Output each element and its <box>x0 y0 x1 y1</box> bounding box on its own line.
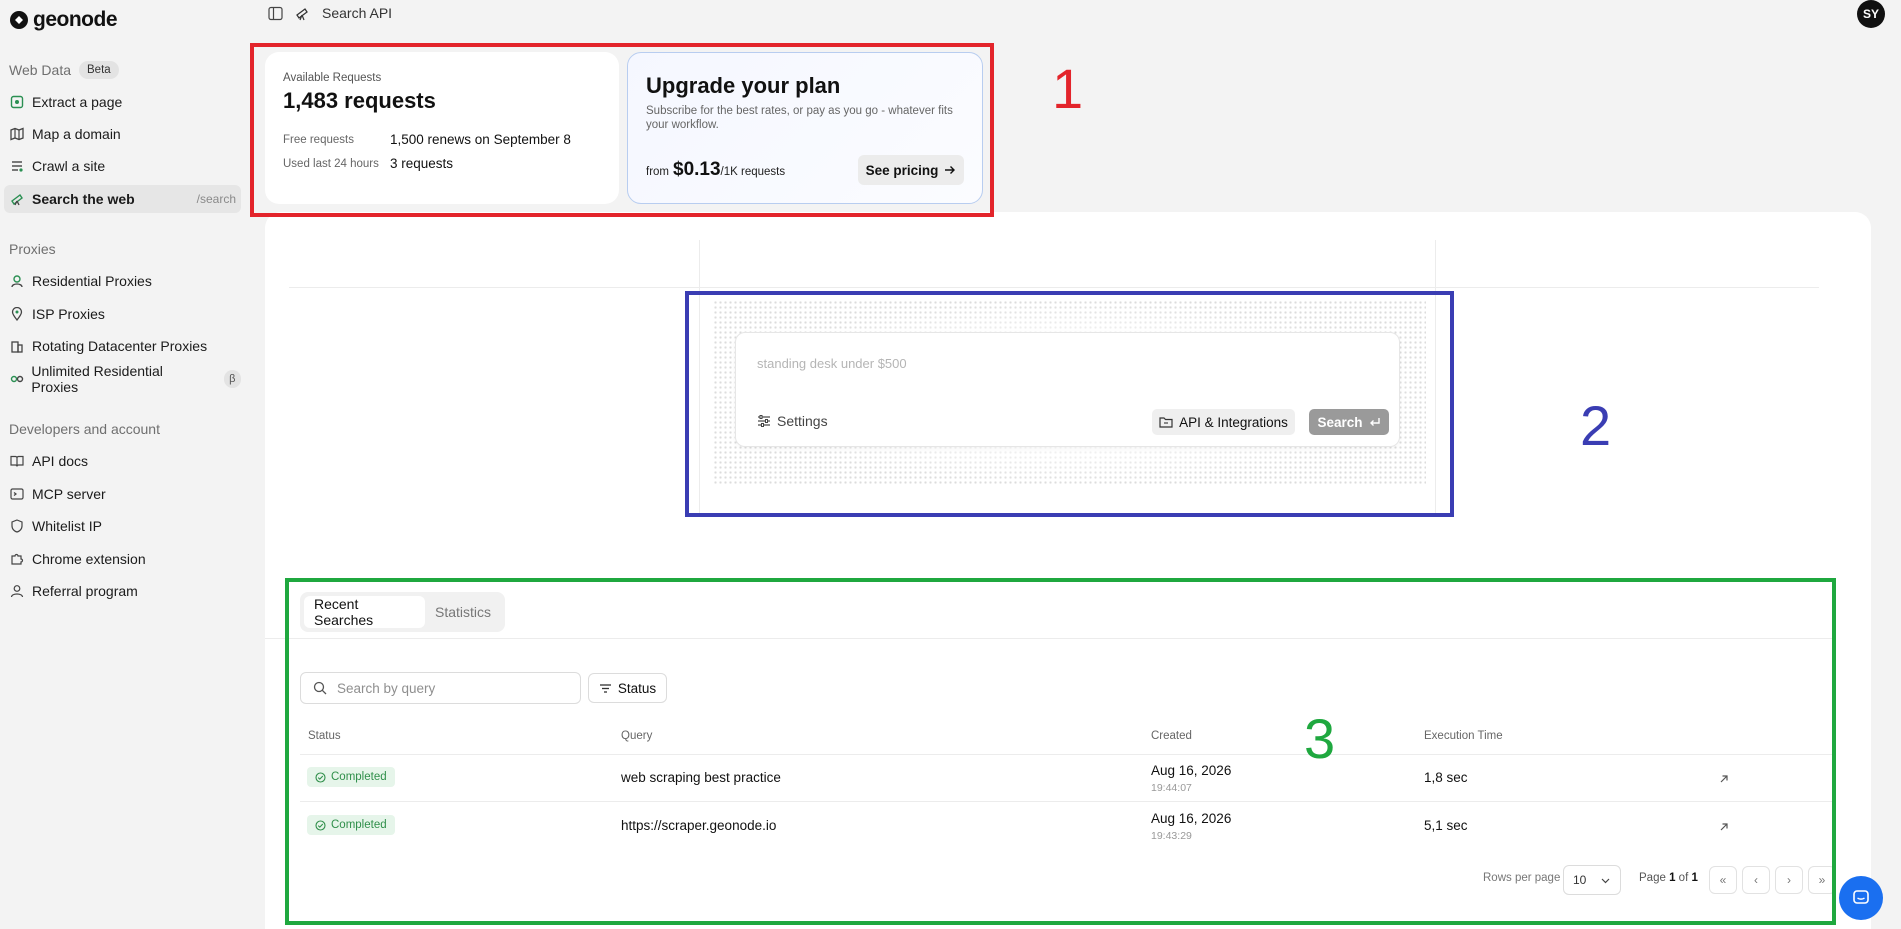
annotation-number-2: 2 <box>1580 394 1612 457</box>
chat-support-button[interactable] <box>1839 876 1883 920</box>
infinity-icon <box>9 371 24 387</box>
telescope-icon <box>296 7 308 20</box>
beta-badge: Beta <box>79 61 119 79</box>
pin-icon <box>9 306 25 322</box>
sidebar-toggle-icon[interactable] <box>268 6 283 21</box>
sidebar-item-whitelist-ip[interactable]: Whitelist IP <box>4 512 241 540</box>
building-icon <box>9 338 25 354</box>
sidebar: geonode Web Data Beta Extract a page Map… <box>0 0 244 929</box>
sidebar-item-crawl-site[interactable]: Crawl a site <box>4 152 241 180</box>
telescope-icon <box>9 191 25 207</box>
sidebar-item-chrome-extension[interactable]: Chrome extension <box>4 545 241 573</box>
terminal-icon <box>9 486 25 502</box>
sidebar-item-datacenter-proxies[interactable]: Rotating Datacenter Proxies <box>4 332 241 360</box>
map-icon <box>9 126 25 142</box>
annotation-box-3 <box>285 578 1836 925</box>
beta-symbol-badge: β <box>223 370 241 388</box>
logo-text: geonode <box>33 8 118 31</box>
sidebar-item-search-web[interactable]: Search the web /search <box>4 185 241 213</box>
sidebar-item-mcp-server[interactable]: MCP server <box>4 480 241 508</box>
sidebar-item-extract-page[interactable]: Extract a page <box>4 88 241 116</box>
section-proxies: Proxies <box>9 241 56 257</box>
chat-icon <box>1853 890 1869 904</box>
geonode-logo-icon <box>10 11 28 29</box>
crawl-icon <box>9 158 25 174</box>
topbar: Search API <box>268 5 392 21</box>
section-web-data: Web Data Beta <box>9 61 119 79</box>
annotation-box-2 <box>685 291 1454 517</box>
sidebar-item-residential-proxies[interactable]: Residential Proxies <box>4 267 241 295</box>
sidebar-item-referral-program[interactable]: Referral program <box>4 577 241 605</box>
residential-icon <box>9 273 25 289</box>
page-title: Search API <box>322 5 393 21</box>
puzzle-icon <box>9 551 25 567</box>
shortcut-hint: /search <box>196 192 236 206</box>
user-icon <box>9 583 25 599</box>
shield-icon <box>9 518 25 534</box>
geonode-logo[interactable]: geonode <box>9 8 118 32</box>
annotation-box-1 <box>250 43 994 217</box>
sidebar-item-api-docs[interactable]: API docs <box>4 447 241 475</box>
sidebar-item-map-domain[interactable]: Map a domain <box>4 120 241 148</box>
annotation-number-3: 3 <box>1304 707 1336 770</box>
sidebar-item-unlimited-residential[interactable]: Unlimited Residential Proxies β <box>4 363 241 395</box>
grid-line <box>289 287 1819 288</box>
annotation-number-1: 1 <box>1052 57 1084 120</box>
extract-icon <box>9 94 25 110</box>
avatar[interactable]: SY <box>1857 0 1885 28</box>
section-developers: Developers and account <box>9 421 160 437</box>
book-icon <box>9 453 25 469</box>
sidebar-item-isp-proxies[interactable]: ISP Proxies <box>4 300 241 328</box>
